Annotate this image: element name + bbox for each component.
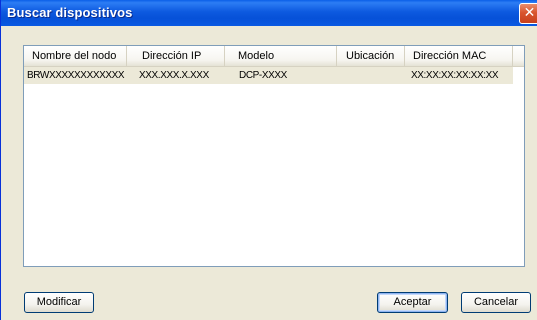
column-header-filler [513, 46, 524, 66]
column-header-model[interactable]: Modelo [225, 46, 337, 66]
device-list[interactable]: Nombre del nodo Dirección IP Modelo Ubic… [23, 45, 525, 267]
column-header-location[interactable]: Ubicación [337, 46, 405, 66]
window-title: Buscar dispositivos [7, 5, 133, 20]
list-header: Nombre del nodo Dirección IP Modelo Ubic… [24, 46, 524, 67]
cell-ip: XXX.XXX.X.XXX [139, 70, 209, 81]
title-bar[interactable]: Buscar dispositivos ✕ [1, 0, 537, 26]
cell-model: DCP-XXXX [239, 70, 287, 81]
accept-button[interactable]: Aceptar [377, 292, 448, 313]
cell-location [346, 67, 404, 84]
column-header-ip[interactable]: Dirección IP [127, 46, 225, 66]
cancel-button[interactable]: Cancelar [461, 292, 531, 313]
cell-mac: XX:XX:XX:XX:XX:XX [411, 70, 499, 81]
modify-button[interactable]: Modificar [24, 292, 94, 313]
close-icon[interactable]: ✕ [519, 3, 537, 24]
table-row[interactable]: BRWXXXXXXXXXXXX XXX.XXX.X.XXX DCP-XXXX X… [24, 67, 513, 84]
column-header-node-name[interactable]: Nombre del nodo [24, 46, 127, 66]
search-devices-dialog: Buscar dispositivos ✕ Nombre del nodo Di… [0, 0, 537, 320]
column-header-mac[interactable]: Dirección MAC [405, 46, 513, 66]
cell-node-name: BRWXXXXXXXXXXXX [27, 70, 125, 81]
